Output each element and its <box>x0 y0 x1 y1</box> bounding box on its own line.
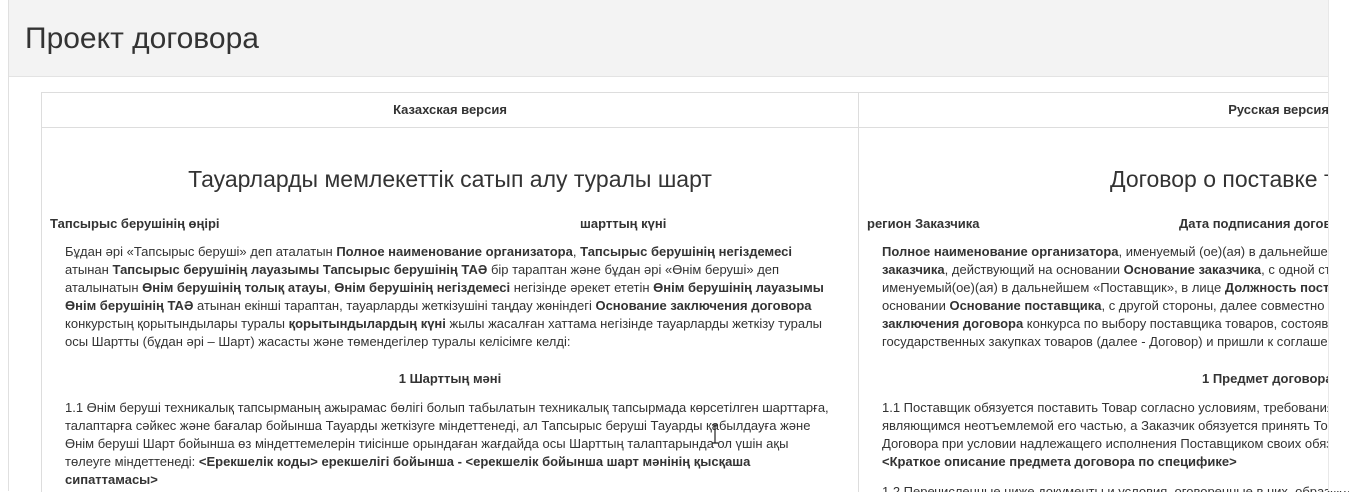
column-header-row: Казахская версия Русская версия <box>42 93 1349 128</box>
ru-preamble-line: именуемый(ое)(ая) в дальнейшем «Поставщи… <box>882 279 1349 297</box>
ru-clause-line: 1.1 Поставщик обязуется поставить Товар … <box>882 399 1349 417</box>
ru-clause-segment: 1.1 Поставщик обязуется поставить Товар … <box>882 400 1349 415</box>
ru-preamble-segment: конкурса по выбору поставщика товаров, с… <box>1023 316 1349 331</box>
russian-document: Договор о поставке то регион Заказчика Д… <box>859 128 1349 492</box>
page-frame: Проект договора Казахская версия Русская… <box>8 0 1349 492</box>
ru-clause-line: <Краткое описание предмета договора по с… <box>882 453 1349 471</box>
ru-preamble-segment: Основание поставщика <box>949 298 1102 313</box>
kz-preamble-segment: Өнім берушінің негіздемесі <box>334 280 511 295</box>
ru-preamble-line: основании Основание поставщика, с другой… <box>882 297 1349 315</box>
ru-preamble-line: заказчика, действующий на основании Осно… <box>882 261 1349 279</box>
ru-customer-region-label: регион Заказчика <box>867 216 980 231</box>
kz-contract-title: Тауарларды мемлекеттік сатып алу туралы … <box>188 166 712 192</box>
ru-contract-date-label: Дата подписания договора <box>1179 216 1349 231</box>
ru-section-1-heading: 1 Предмет договора <box>1202 371 1333 386</box>
kz-preamble-segment: Основание заключения договора <box>595 298 812 313</box>
page-title: Проект договора <box>25 22 259 55</box>
contract-table: Казахская версия Русская версия Тауарлар… <box>41 92 1349 492</box>
kz-preamble-segment: Тапсырыс берушінің лауазымы Тапсырыс бер… <box>112 262 488 277</box>
ru-clause-line: являющимся неотъемлемой его частью, а За… <box>882 417 1349 435</box>
ru-clause-segment: Договора при условии надлежащего исполне… <box>882 436 1349 451</box>
ru-preamble-segment: заказчика <box>882 262 945 277</box>
ru-preamble-segment: Полное наименование организатора <box>882 244 1119 259</box>
page-header: Проект договора <box>9 0 1328 77</box>
kz-section-1-heading: 1 Шарттың мәні <box>398 371 502 386</box>
ru-clause-line: Договора при условии надлежащего исполне… <box>882 435 1349 453</box>
kz-contract-date-label: шарттың күні <box>580 216 667 231</box>
ru-clause-1-1: 1.1 Поставщик обязуется поставить Товар … <box>882 399 1349 471</box>
ru-preamble-segment: основании <box>882 298 950 313</box>
ru-clause-segment: <Краткое описание предмета договора по с… <box>882 454 1237 469</box>
russian-version-header: Русская версия <box>1228 102 1329 117</box>
ru-preamble-segment: , с другой стороны, далее совместно име <box>1101 298 1349 313</box>
ru-preamble: Полное наименование организатора, именуе… <box>882 243 1349 351</box>
ru-preamble-segment: Основание заказчика <box>1123 262 1262 277</box>
ru-preamble-line: Полное наименование организатора, именуе… <box>882 243 1349 261</box>
ru-preamble-segment: заключения договора <box>882 316 1024 331</box>
ru-preamble-line: заключения договора конкурса по выбору п… <box>882 315 1349 333</box>
ru-preamble-segment: именуемый(ое)(ая) в дальнейшем «Поставщи… <box>882 280 1225 295</box>
ru-contract-title: Договор о поставке то <box>1110 166 1348 192</box>
kz-preamble-segment: Өнім берушінің толық атауы <box>142 280 328 295</box>
ru-preamble-segment: государственных закупках товаров (далее … <box>882 334 1349 349</box>
kz-preamble-segment: конкурстың қорытындылары туралы <box>65 316 289 331</box>
kazakh-version-header: Казахская версия <box>393 102 507 117</box>
kz-preamble-segment: қорытындылардың күні <box>288 316 446 331</box>
kz-customer-region-label: Тапсырыс берушінің өңірі <box>50 216 220 231</box>
kz-preamble: Бұдан әрі «Тапсырыс беруші» деп аталатын… <box>65 243 835 351</box>
kz-preamble-segment: Тапсырыс берушінің негіздемесі <box>580 244 793 259</box>
kazakh-document: Тауарларды мемлекеттік сатып алу туралы … <box>42 128 858 492</box>
kz-preamble-segment: Бұдан әрі «Тапсырыс беруші» деп аталатын <box>65 244 337 259</box>
kz-clause-1-1: 1.1 Өнім беруші техникалық тапсырманың а… <box>65 399 835 489</box>
kz-preamble-segment: атынан <box>65 262 113 277</box>
right-gutter <box>1328 0 1349 491</box>
ru-preamble-line: государственных закупках товаров (далее … <box>882 333 1349 351</box>
kz-preamble-segment: негізінде әрекет ететін <box>510 280 654 295</box>
ru-preamble-segment: , именуемый (ое)(ая) в дальнейшем «З <box>1118 244 1349 259</box>
ru-preamble-segment: , действующий на основании <box>944 262 1124 277</box>
kz-preamble-segment: , <box>572 244 581 259</box>
ru-clause-segment: являющимся неотъемлемой его частью, а За… <box>882 418 1349 433</box>
kz-preamble-segment: атынан екінші тараптан, тауарларды жеткі… <box>193 298 596 313</box>
kz-preamble-segment: Полное наименование организатора <box>336 244 573 259</box>
text-cursor-icon <box>712 424 718 444</box>
